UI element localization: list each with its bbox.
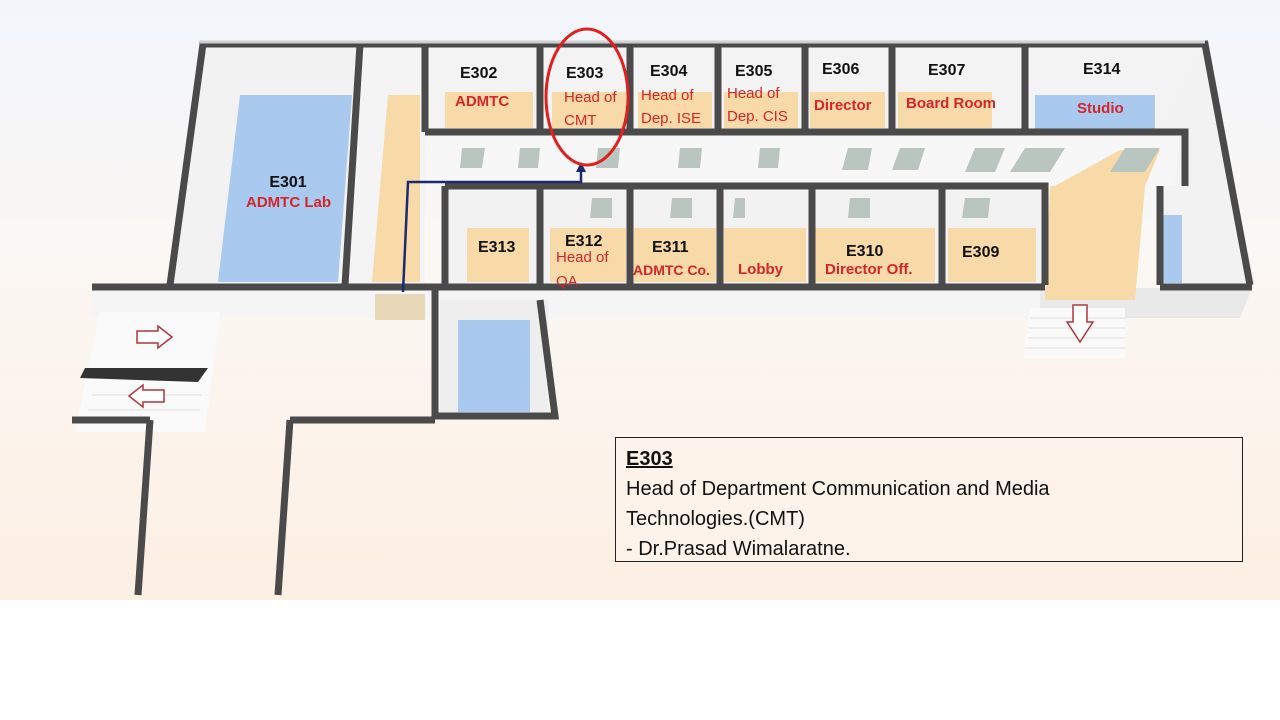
room-e304-name-1: Head of <box>641 87 694 104</box>
room-e310-name: Director Off. <box>825 261 913 278</box>
room-e313-code: E313 <box>478 239 516 256</box>
room-e312-name-2: QA <box>556 273 578 290</box>
info-title: E303 <box>626 448 673 470</box>
east-passage <box>1045 186 1145 300</box>
room-e304-name-2: Dep. ISE <box>641 110 702 127</box>
room-info-box: E303 Head of Department Communication an… <box>615 437 1243 562</box>
west-stairs <box>75 312 220 432</box>
room-e311-name: ADMTC Co. <box>633 262 710 278</box>
room-e309-code: E309 <box>962 244 1000 261</box>
room-e301-name: ADMTC Lab <box>246 193 331 211</box>
room-e305-name-1: Head of <box>727 85 780 102</box>
room-e314-code: E314 <box>1083 61 1121 78</box>
room-e301-label: E301 ADMTC Lab <box>246 174 331 211</box>
entrance-door <box>375 294 425 320</box>
room-e302-name: ADMTC <box>455 93 510 110</box>
room-e312-name-1: Head of <box>556 249 609 266</box>
info-line-3: - Dr.Prasad Wimalaratne. <box>626 538 851 560</box>
room-e304-code: E304 <box>650 63 688 80</box>
room-e306-name: Director <box>814 97 872 114</box>
room-e310-code: E310 <box>846 243 884 260</box>
room-e305-code: E305 <box>735 63 773 80</box>
room-e314-name: Studio <box>1077 100 1124 117</box>
room-e306-code: E306 <box>822 61 860 78</box>
room-e303-name-1: Head of <box>564 89 617 106</box>
info-line-1: Head of Department Communication and Med… <box>626 478 1050 500</box>
room-e301-code: E301 <box>269 174 307 191</box>
room-e303-name-2: CMT <box>564 112 597 129</box>
south-blue-room <box>458 320 530 412</box>
room-e305-name-2: Dep. CIS <box>727 108 788 125</box>
lobby-name: Lobby <box>738 261 783 278</box>
room-e303-code: E303 <box>566 65 604 82</box>
info-line-2: Technologies.(CMT) <box>626 508 805 530</box>
room-e302-code: E302 <box>460 65 498 82</box>
room-e307-code: E307 <box>928 62 966 79</box>
room-e307-name: Board Room <box>906 95 996 112</box>
room-e311-code: E311 <box>652 239 689 256</box>
